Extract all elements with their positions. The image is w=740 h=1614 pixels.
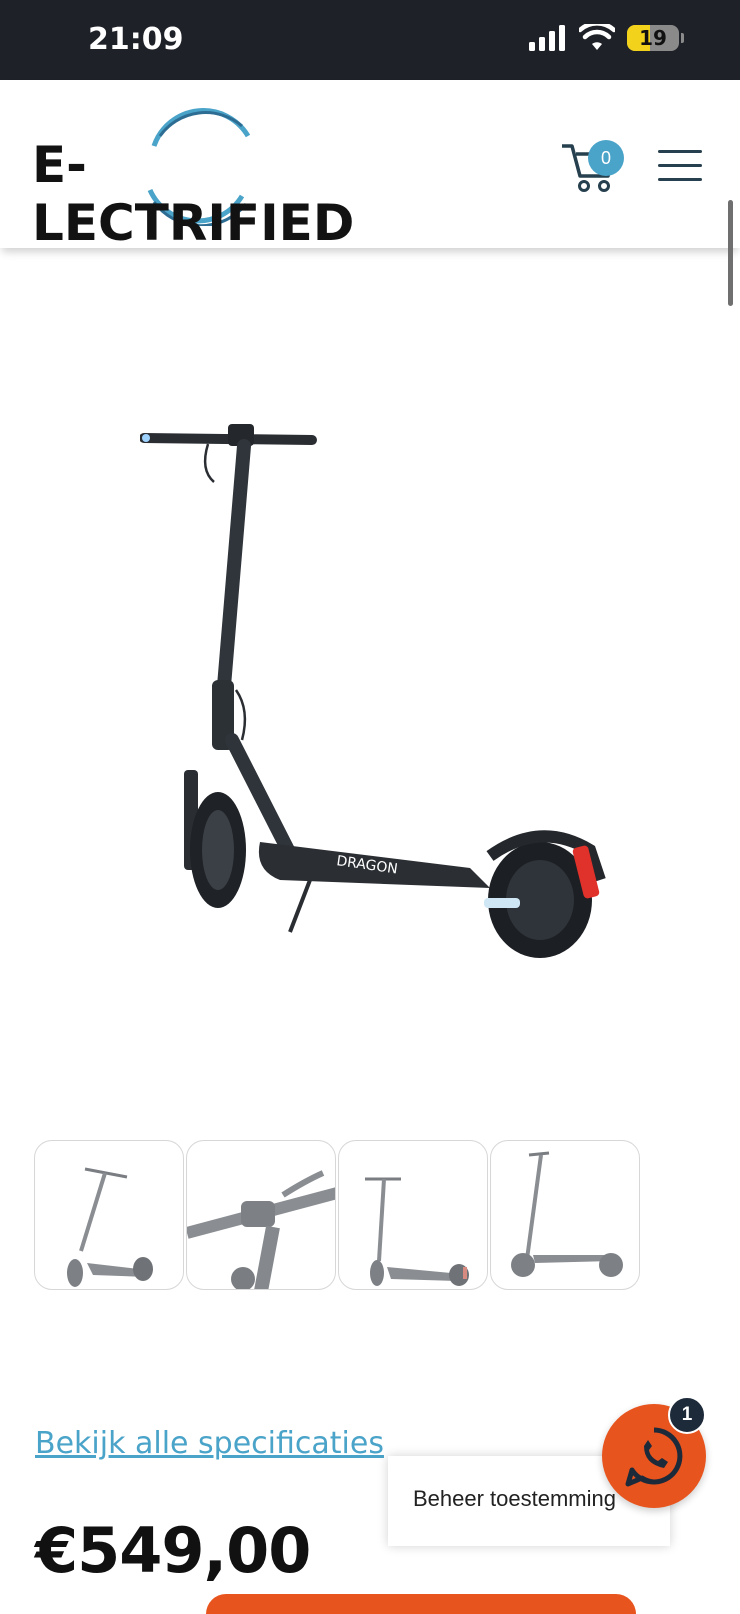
consent-label: Beheer toestemming — [413, 1486, 616, 1511]
logo-text: E-LECTRIFIED — [32, 136, 355, 252]
hamburger-menu-icon[interactable] — [658, 150, 702, 184]
site-header: E-LECTRIFIED 0 — [0, 80, 740, 306]
status-icons: 19 — [529, 24, 684, 52]
product-image[interactable]: DRAGON — [139, 410, 630, 970]
battery-level: 19 — [639, 26, 667, 50]
signal-icon — [529, 25, 565, 51]
scooter-front-thumb-icon — [365, 1177, 469, 1286]
status-time: 21:09 — [88, 22, 184, 57]
status-bar: 21:09 19 — [0, 0, 740, 80]
add-to-cart-button[interactable] — [206, 1594, 636, 1614]
menu-line — [658, 164, 702, 167]
specs-link[interactable]: Bekijk alle specificaties — [35, 1426, 384, 1461]
scooter-icon: DRAGON — [139, 424, 606, 958]
scooter-thumb-icon — [67, 1167, 153, 1287]
menu-line — [658, 178, 702, 181]
scooter-profile-thumb-icon — [511, 1151, 623, 1277]
thumbnail-2[interactable] — [186, 1140, 336, 1290]
handlebar-thumb-icon — [187, 1170, 335, 1289]
product-price: €549,00 — [35, 1514, 311, 1587]
page-scrollbar[interactable] — [728, 200, 733, 306]
thumbnail-3[interactable] — [338, 1140, 488, 1290]
whatsapp-badge: 1 — [668, 1396, 706, 1434]
thumbnail-4[interactable] — [490, 1140, 640, 1290]
battery-icon: 19 — [627, 25, 679, 51]
thumbnail-1[interactable] — [34, 1140, 184, 1290]
battery-nub — [681, 33, 684, 43]
site-logo[interactable]: E-LECTRIFIED — [32, 106, 392, 252]
wifi-icon — [579, 24, 615, 50]
cart-count-badge: 0 — [588, 140, 624, 176]
menu-line — [658, 150, 702, 153]
thumbnail-gallery — [34, 1140, 640, 1290]
